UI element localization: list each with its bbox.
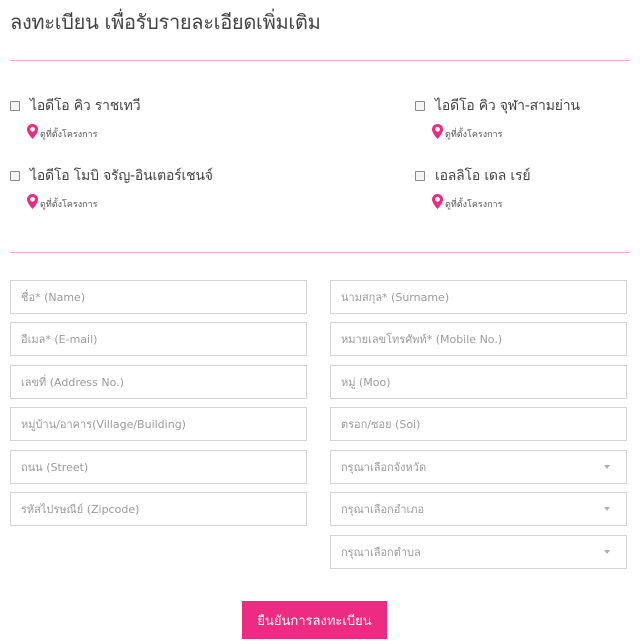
location-label[interactable]: ดูที่ตั้งโครงการ bbox=[445, 127, 502, 141]
subdistrict-select-value: กรุณาเลือกตำบล bbox=[341, 546, 421, 559]
zipcode-input[interactable]: รหัสไปรษณีย์ (Zipcode) bbox=[10, 492, 307, 526]
project-checkbox[interactable] bbox=[415, 101, 425, 111]
project-option-1: ไอดีโอ คิว ราชเทวี ดูที่ตั้งโครงการ bbox=[10, 95, 141, 141]
project-option-3: ไอดีโอ โมบิ จรัญ-อินเตอร์เชนจ์ ดูที่ตั้ง… bbox=[10, 165, 213, 211]
project-location-link[interactable]: ดูที่ตั้งโครงการ bbox=[432, 122, 580, 141]
project-option-4: เอลลิโอ เดล เรย์ ดูที่ตั้งโครงการ bbox=[415, 165, 531, 211]
surname-input[interactable]: นามสกุล* (Surname) bbox=[330, 280, 627, 314]
project-option-2: ไอดีโอ คิว จุฬา-สามย่าน ดูที่ตั้งโครงการ bbox=[415, 95, 580, 141]
project-location-link[interactable]: ดูที่ตั้งโครงการ bbox=[27, 192, 213, 211]
soi-input[interactable]: ตรอก/ซอย (Soi) bbox=[330, 407, 627, 441]
project-name[interactable]: ไอดีโอ โมบิ จรัญ-อินเตอร์เชนจ์ bbox=[30, 165, 213, 187]
project-name[interactable]: ไอดีโอ คิว จุฬา-สามย่าน bbox=[435, 95, 580, 117]
province-select-value: กรุณาเลือกจังหวัด bbox=[341, 461, 427, 474]
map-pin-icon bbox=[27, 194, 38, 209]
location-label[interactable]: ดูที่ตั้งโครงการ bbox=[40, 127, 97, 141]
district-select[interactable]: กรุณาเลือกอำเภอ bbox=[330, 492, 627, 526]
village-building-input[interactable]: หมู่บ้าน/อาคาร(Village/Building) bbox=[10, 407, 307, 441]
divider-top bbox=[10, 60, 630, 61]
location-label[interactable]: ดูที่ตั้งโครงการ bbox=[445, 197, 502, 211]
district-select-value: กรุณาเลือกอำเภอ bbox=[341, 503, 425, 516]
map-pin-icon bbox=[432, 194, 443, 209]
location-label[interactable]: ดูที่ตั้งโครงการ bbox=[40, 197, 97, 211]
chevron-down-icon bbox=[604, 465, 610, 469]
project-checkbox[interactable] bbox=[10, 171, 20, 181]
project-name[interactable]: เอลลิโอ เดล เรย์ bbox=[435, 165, 531, 187]
mobile-input[interactable]: หมายเลขโทรศัพท์* (Mobile No.) bbox=[330, 322, 627, 356]
chevron-down-icon bbox=[604, 507, 610, 511]
street-input[interactable]: ถนน (Street) bbox=[10, 450, 307, 484]
form-title: ลงทะเบียน เพื่อรับรายละเอียดเพิ่มเติม bbox=[10, 10, 321, 34]
project-location-link[interactable]: ดูที่ตั้งโครงการ bbox=[27, 122, 140, 141]
province-select[interactable]: กรุณาเลือกจังหวัด bbox=[330, 450, 627, 484]
submit-registration-button[interactable]: ยืนยันการลงทะเบียน bbox=[242, 601, 387, 639]
project-checkbox[interactable] bbox=[10, 101, 20, 111]
chevron-down-icon bbox=[604, 550, 610, 554]
subdistrict-select[interactable]: กรุณาเลือกตำบล bbox=[330, 535, 627, 569]
project-name[interactable]: ไอดีโอ คิว ราชเทวี bbox=[30, 95, 141, 117]
name-input[interactable]: ชื่อ* (Name) bbox=[10, 280, 307, 314]
project-location-link[interactable]: ดูที่ตั้งโครงการ bbox=[432, 192, 530, 211]
divider-bottom bbox=[10, 252, 630, 253]
project-checkbox[interactable] bbox=[415, 171, 425, 181]
map-pin-icon bbox=[27, 124, 38, 139]
email-input[interactable]: อีเมล* (E-mail) bbox=[10, 322, 307, 356]
map-pin-icon bbox=[432, 124, 443, 139]
moo-input[interactable]: หมู่ (Moo) bbox=[330, 365, 627, 399]
address-no-input[interactable]: เลขที่ (Address No.) bbox=[10, 365, 307, 399]
